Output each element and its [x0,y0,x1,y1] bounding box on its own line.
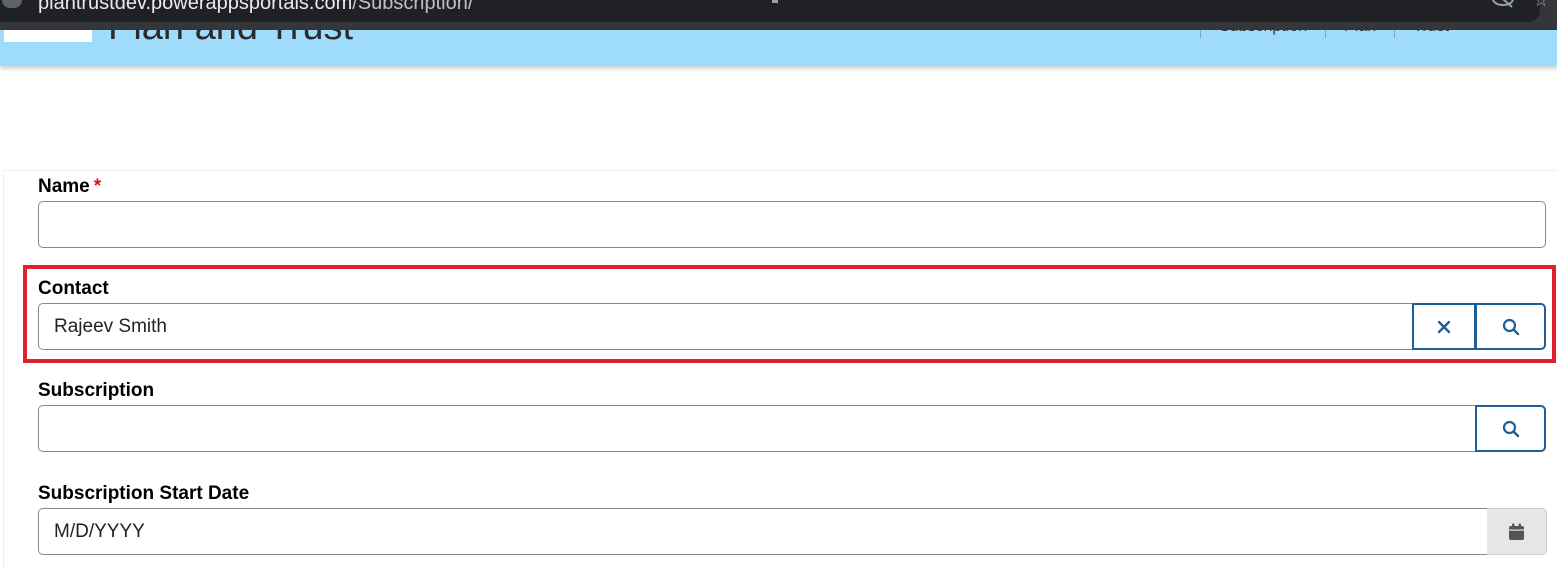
subscription-search-button[interactable] [1475,405,1546,452]
search-icon [1502,318,1519,335]
url-path: /Subscription/ [352,0,474,14]
site-title[interactable]: Plan and Trust [108,30,353,49]
search-icon [1502,420,1519,437]
name-label-text: Name [38,176,90,197]
calendar-icon [1509,523,1524,540]
nav-link-trust[interactable]: Trust [1394,30,1467,38]
contact-label: Contact [38,278,109,299]
site-header: Plan and Trust Subscription Plan Trust [0,30,1557,66]
site-logo[interactable] [4,30,92,42]
bookmark-star-icon[interactable]: ☆ [1533,0,1551,9]
close-icon [1437,320,1451,333]
required-marker: * [93,176,102,197]
start-date-input[interactable] [38,508,1488,555]
name-input[interactable] [38,201,1546,248]
start-date-label: Subscription Start Date [38,483,250,504]
browser-toolbar: plantrustdev.powerappsportals.com/Subscr… [0,0,1557,30]
contact-clear-button[interactable] [1412,303,1476,350]
toolbar-notch [772,0,778,3]
contact-lookup-input[interactable] [38,303,1414,350]
subscription-lookup-input[interactable] [38,405,1478,452]
date-picker-button[interactable] [1487,508,1547,555]
name-label: Name * [38,176,101,198]
subscription-label: Subscription [38,380,155,401]
eye-slash-icon[interactable] [1491,0,1515,8]
url-host: plantrustdev.powerappsportals.com [38,0,353,14]
header-nav: Subscription Plan Trust [1200,30,1467,38]
nav-link-plan[interactable]: Plan [1325,30,1394,38]
nav-link-subscription[interactable]: Subscription [1200,30,1325,38]
contact-search-button[interactable] [1475,303,1546,350]
address-url[interactable]: plantrustdev.powerappsportals.com/Subscr… [38,0,473,15]
